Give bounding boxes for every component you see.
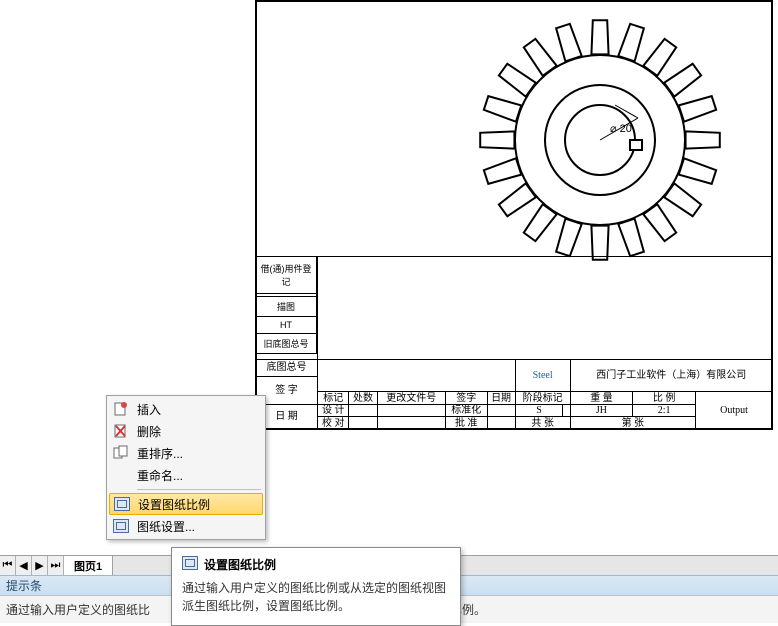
menu-label: 设置图纸比例: [138, 496, 210, 513]
menu-separator: [137, 489, 261, 490]
dimension-label: ⌀ 20: [610, 123, 632, 135]
menu-label: 图纸设置...: [137, 518, 195, 535]
menu-label: 插入: [137, 401, 161, 418]
gear-drawing: ⌀ 20: [470, 10, 730, 270]
menu-delete[interactable]: 删除: [109, 420, 263, 442]
menu-label: 重命名...: [137, 467, 183, 484]
menu-label: 重排序...: [137, 445, 183, 462]
tab-nav-next[interactable]: ▶: [32, 556, 48, 575]
tooltip: 设置图纸比例 通过输入用户定义的图纸比例或从选定的图纸视图派生图纸比例，设置图纸…: [171, 547, 461, 626]
drawing-code: Output: [696, 392, 773, 430]
company-cell: 西门子工业软件（上海）有限公司: [570, 359, 772, 391]
reorder-icon: [111, 444, 131, 462]
menu-label: 删除: [137, 423, 161, 440]
tooltip-body: 通过输入用户定义的图纸比例或从选定的图纸视图派生图纸比例，设置图纸比例。: [182, 579, 450, 615]
menu-reorder[interactable]: 重排序...: [109, 442, 263, 464]
sheet-scale-icon: [112, 495, 132, 513]
sheet-tab-active[interactable]: 图页1: [64, 556, 113, 575]
tooltip-title: 设置图纸比例: [204, 556, 276, 573]
tab-nav-prev[interactable]: ◀: [16, 556, 32, 575]
material-cell: Steel: [515, 359, 570, 391]
sheet-context-menu: 插入 删除 重排序... 重命名... 设置图纸比例 图纸设置...: [106, 395, 266, 540]
status-text-left: 通过输入用户定义的图纸比: [6, 601, 150, 618]
insert-icon: [111, 400, 131, 418]
tab-nav-last[interactable]: ⏭: [48, 556, 64, 575]
blank-icon: [111, 466, 131, 484]
titleblock: 底图总号 Steel 西门子工业软件（上海）有限公司 签 字 标记 处数 更改文…: [255, 256, 773, 430]
menu-sheet-setup[interactable]: 图纸设置...: [109, 515, 263, 537]
sheet-setup-icon: [111, 517, 131, 535]
hint-bar-label: 提示条: [6, 577, 42, 594]
sheet-tab-label: 图页1: [74, 558, 102, 574]
menu-rename[interactable]: 重命名...: [109, 464, 263, 486]
tab-nav-first[interactable]: ⏮: [0, 556, 16, 575]
tooltip-icon: [182, 556, 198, 573]
menu-insert[interactable]: 插入: [109, 398, 263, 420]
delete-icon: [111, 422, 131, 440]
menu-set-sheet-scale[interactable]: 设置图纸比例: [109, 493, 263, 515]
